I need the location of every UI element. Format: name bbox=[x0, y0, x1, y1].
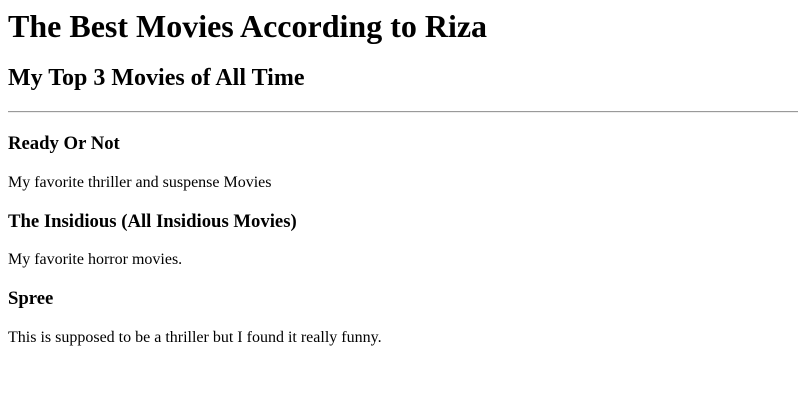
movie-description: My favorite thriller and suspense Movies bbox=[8, 174, 272, 191]
page-title: The Best Movies According to Riza bbox=[8, 8, 488, 44]
movie-description: This is supposed to be a thriller but I … bbox=[8, 329, 382, 346]
movie-description: My favorite horror movies. bbox=[8, 251, 183, 268]
movie-title: The Insidious (All Insidious Movies) bbox=[8, 211, 297, 232]
movie-title: Ready Or Not bbox=[8, 133, 120, 154]
page-subtitle: My Top 3 Movies of All Time bbox=[8, 65, 305, 91]
horizontal-divider bbox=[8, 111, 798, 113]
movie-title: Spree bbox=[8, 288, 54, 309]
